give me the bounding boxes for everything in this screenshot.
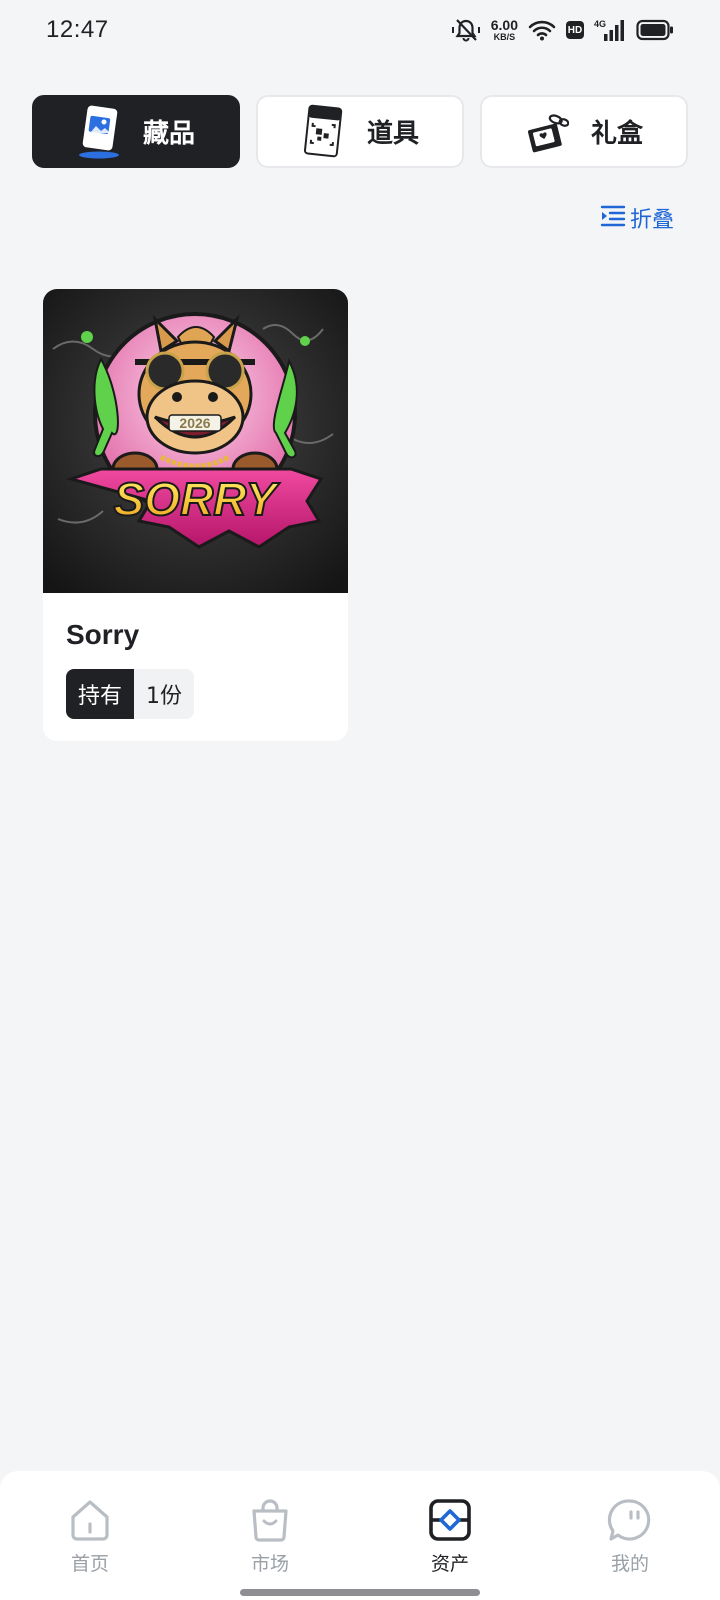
status-time: 12:47 [46, 16, 109, 43]
network-type-label: 4G [594, 19, 606, 29]
home-icon [67, 1497, 113, 1543]
fold-button[interactable]: 折叠 [600, 202, 674, 234]
tab-label: 藏品 [142, 119, 195, 149]
nav-label: 市场 [250, 1553, 289, 1575]
gift-box-icon [525, 104, 569, 160]
collection-card[interactable]: 2026 SORRY Sorry 持有 1份 [43, 289, 348, 741]
tab-collection[interactable]: 藏品 [32, 95, 240, 168]
collection-icon [77, 104, 121, 160]
card-image: 2026 SORRY [43, 289, 348, 593]
profile-bubble-icon [607, 1497, 653, 1543]
tab-label: 礼盒 [590, 119, 643, 149]
item-card-icon [301, 104, 345, 160]
hold-tag: 持有 [66, 669, 135, 719]
tab-label: 道具 [366, 119, 419, 149]
net-speed-unit: KB/S [493, 32, 516, 42]
status-icons: 6.00 KB/S HD 4G [451, 18, 674, 42]
hold-count: 1份 [134, 669, 195, 719]
assets-icon [427, 1497, 473, 1543]
nav-market[interactable]: 市场 [180, 1471, 360, 1600]
nav-home[interactable]: 首页 [0, 1471, 180, 1600]
wifi-icon [528, 19, 556, 41]
battery-icon [636, 19, 674, 41]
home-indicator[interactable] [240, 1589, 480, 1596]
nav-assets[interactable]: 资产 [360, 1471, 540, 1600]
fold-label: 折叠 [629, 208, 674, 233]
category-tabs: 藏品 道具 礼盒 [32, 95, 688, 170]
card-name: Sorry [66, 619, 140, 650]
nav-profile[interactable]: 我的 [540, 1471, 720, 1600]
market-bag-icon [247, 1497, 293, 1543]
nav-label: 资产 [430, 1553, 469, 1575]
bottom-nav: 首页 市场 资产 我的 [0, 1471, 720, 1600]
net-speed: 6.00 KB/S [491, 18, 518, 42]
signal-icon: 4G [594, 18, 626, 42]
net-speed-value: 6.00 [490, 17, 518, 33]
image-year-text: 2026 [179, 415, 210, 431]
mute-icon [451, 18, 481, 42]
fold-list-icon [600, 204, 626, 232]
hd-badge: HD [566, 21, 584, 39]
image-title-text: SORRY [114, 473, 281, 525]
status-bar: 12:47 6.00 KB/S HD 4G [0, 0, 720, 64]
tab-gift-box[interactable]: 礼盒 [480, 95, 688, 168]
tab-items[interactable]: 道具 [256, 95, 464, 168]
hold-info: 持有 1份 [66, 669, 195, 719]
nav-label: 我的 [610, 1553, 649, 1575]
nav-label: 首页 [70, 1553, 109, 1575]
